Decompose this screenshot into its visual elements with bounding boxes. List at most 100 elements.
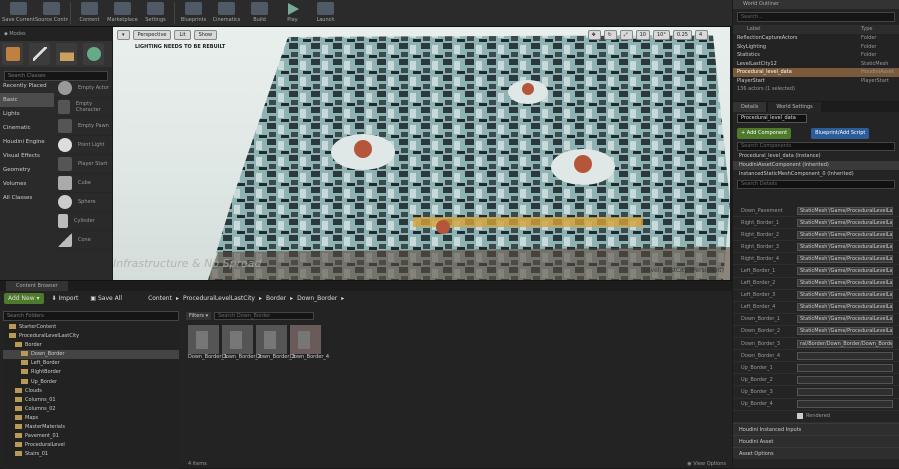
- folder-item[interactable]: StarterContent: [3, 323, 179, 332]
- asset-picker[interactable]: StaticMesh'/Game/ProceduralLevelLast: [797, 303, 893, 312]
- folder-item[interactable]: Maps: [3, 414, 179, 423]
- lit-button[interactable]: Lit: [174, 29, 191, 40]
- breadcrumb-item[interactable]: Border: [266, 295, 286, 302]
- tab-world-settings[interactable]: World Settings: [768, 102, 821, 112]
- category-houdini-engine[interactable]: Houdini Engine: [0, 135, 54, 149]
- build-button[interactable]: Build: [243, 0, 276, 27]
- type-column-header[interactable]: Type: [861, 25, 899, 34]
- asset-picker[interactable]: ral/Border/Down_Border/Down_Border_3: [797, 339, 893, 348]
- component-item[interactable]: InstancedStaticMeshComponent_0 (Inherite…: [733, 170, 899, 179]
- component-item[interactable]: Procedural_level_data (Instance): [733, 152, 899, 161]
- asset-picker[interactable]: StaticMesh'/Game/ProceduralLevelLast: [797, 267, 893, 276]
- label-column-header[interactable]: Label: [747, 25, 861, 34]
- asset-picker[interactable]: StaticMesh'/Game/ProceduralLevelLast: [797, 218, 893, 227]
- folder-item[interactable]: Border: [3, 341, 179, 350]
- content-button[interactable]: Content: [73, 0, 106, 27]
- level-viewport[interactable]: ▾ Perspective Lit Show LIGHTING NEEDS TO…: [113, 27, 730, 280]
- viewport-menu-button[interactable]: ▾: [117, 29, 130, 40]
- breadcrumb-item[interactable]: Content: [148, 295, 172, 302]
- category-volumes[interactable]: Volumes: [0, 177, 54, 191]
- category-all-classes[interactable]: All Classes: [0, 191, 54, 205]
- folder-item[interactable]: RightBorder: [3, 368, 179, 377]
- folder-item[interactable]: Stairs_01: [3, 450, 179, 459]
- placeable-item[interactable]: Empty Character: [54, 98, 112, 117]
- category-basic[interactable]: Basic: [0, 93, 54, 107]
- asset-picker[interactable]: StaticMesh'/Game/ProceduralLevelLast: [797, 206, 893, 215]
- placeable-item[interactable]: Cube: [54, 174, 112, 193]
- search-components-input[interactable]: Search Components: [737, 142, 895, 151]
- foliage-mode-button[interactable]: [83, 43, 104, 65]
- outliner-tab[interactable]: World Outliner: [733, 0, 899, 9]
- category-recently-placed[interactable]: Recently Placed: [0, 79, 54, 93]
- folder-item[interactable]: Pavement_01: [3, 432, 179, 441]
- translate-tool-button[interactable]: ✥: [587, 30, 601, 40]
- placeable-item[interactable]: Cone: [54, 231, 112, 250]
- outliner-row[interactable]: ReflectionCaptureActors Folder: [733, 34, 899, 43]
- launch-button[interactable]: Launch: [309, 0, 342, 27]
- cinematics-button[interactable]: Cinematics: [210, 0, 243, 27]
- filters-button[interactable]: Filters ▾: [186, 312, 212, 320]
- folder-item[interactable]: Columns_02: [3, 405, 179, 414]
- paint-mode-button[interactable]: [29, 43, 50, 65]
- category-geometry[interactable]: Geometry: [0, 163, 54, 177]
- save-current-button[interactable]: Save Current: [2, 0, 35, 27]
- scale-tool-button[interactable]: ⤢: [619, 30, 633, 40]
- category-visual-effects[interactable]: Visual Effects: [0, 149, 54, 163]
- folder-item[interactable]: ProceduralLevel: [3, 441, 179, 450]
- folder-item[interactable]: Up_Border: [3, 378, 179, 387]
- marketplace-button[interactable]: Marketplace: [106, 0, 139, 27]
- asset-picker[interactable]: [797, 363, 893, 372]
- camera-speed-value[interactable]: 4: [695, 30, 708, 40]
- asset-picker[interactable]: StaticMesh'/Game/ProceduralLevelLast: [797, 291, 893, 300]
- asset-picker[interactable]: [797, 387, 893, 396]
- folder-item-selected[interactable]: Down_Border: [3, 350, 179, 360]
- asset-picker[interactable]: [797, 375, 893, 384]
- folder-item[interactable]: Columns_01: [3, 396, 179, 405]
- asset-tile[interactable]: Down_Border_3: [256, 325, 295, 360]
- folder-item[interactable]: ProceduralLevelLastCity: [3, 332, 179, 341]
- outliner-row[interactable]: Statistics Folder: [733, 51, 899, 60]
- show-button[interactable]: Show: [193, 29, 218, 40]
- blueprints-button[interactable]: Blueprints: [177, 0, 210, 27]
- asset-tile[interactable]: Down_Border_2: [222, 325, 261, 360]
- import-button[interactable]: ⬇ Import: [48, 293, 83, 304]
- modes-tab[interactable]: ◆ Modes: [0, 27, 112, 41]
- landscape-mode-button[interactable]: [56, 43, 77, 65]
- outliner-search-input[interactable]: Search...: [737, 12, 895, 22]
- add-component-button[interactable]: + Add Component: [737, 128, 792, 139]
- asset-picker[interactable]: StaticMesh'/Game/ProceduralLevelLast: [797, 254, 893, 263]
- placeable-item[interactable]: Sphere: [54, 193, 112, 212]
- outliner-row-selected[interactable]: Procedural_level_data HoudiniAsset: [733, 68, 899, 77]
- component-item[interactable]: HoudiniAssetComponent (Inherited): [733, 161, 899, 170]
- outliner-row[interactable]: LevelLastCity12 StaticMesh: [733, 60, 899, 69]
- rendered-checkbox[interactable]: [797, 413, 803, 420]
- asset-picker[interactable]: [797, 400, 893, 409]
- asset-search-input[interactable]: Search Down_Border: [214, 312, 315, 320]
- content-browser-tab-label[interactable]: Content Browser: [6, 281, 68, 291]
- asset-picker[interactable]: StaticMesh'/Game/ProceduralLevelLast: [797, 279, 893, 288]
- actor-name-field[interactable]: Procedural_level_data: [737, 114, 807, 123]
- breadcrumb-item[interactable]: ProceduralLevelLastCity: [183, 295, 255, 302]
- asset-tile[interactable]: Down_Border_1: [188, 325, 227, 360]
- asset-picker[interactable]: StaticMesh'/Game/ProceduralLevelLast: [797, 230, 893, 239]
- tab-details[interactable]: Details: [733, 102, 767, 112]
- scale-snap-value[interactable]: 0.25: [672, 30, 692, 40]
- category-cinematic[interactable]: Cinematic: [0, 121, 54, 135]
- placeable-item[interactable]: Empty Actor: [54, 79, 112, 98]
- breadcrumb-item[interactable]: Down_Border: [297, 295, 337, 302]
- search-details-input[interactable]: Search Details: [737, 180, 895, 189]
- settings-button[interactable]: Settings: [139, 0, 172, 27]
- outliner-row[interactable]: SkyLighting Folder: [733, 43, 899, 52]
- placeable-item[interactable]: Cylinder: [54, 212, 112, 231]
- asset-picker[interactable]: StaticMesh'/Game/ProceduralLevelLast: [797, 315, 893, 324]
- folder-item[interactable]: Clouds: [3, 387, 179, 396]
- folder-item[interactable]: Left_Border: [3, 359, 179, 368]
- outliner-row[interactable]: PlayerStart PlayerStart: [733, 77, 899, 86]
- play-button[interactable]: Play: [276, 0, 309, 27]
- placeable-item[interactable]: Empty Pawn: [54, 117, 112, 136]
- save-all-button[interactable]: ▣ Save All: [86, 293, 126, 304]
- perspective-button[interactable]: Perspective: [132, 29, 172, 40]
- placeable-item[interactable]: Player Start: [54, 155, 112, 174]
- angle-snap-value[interactable]: 10°: [652, 30, 670, 40]
- source-control-button[interactable]: Source Control: [35, 0, 68, 27]
